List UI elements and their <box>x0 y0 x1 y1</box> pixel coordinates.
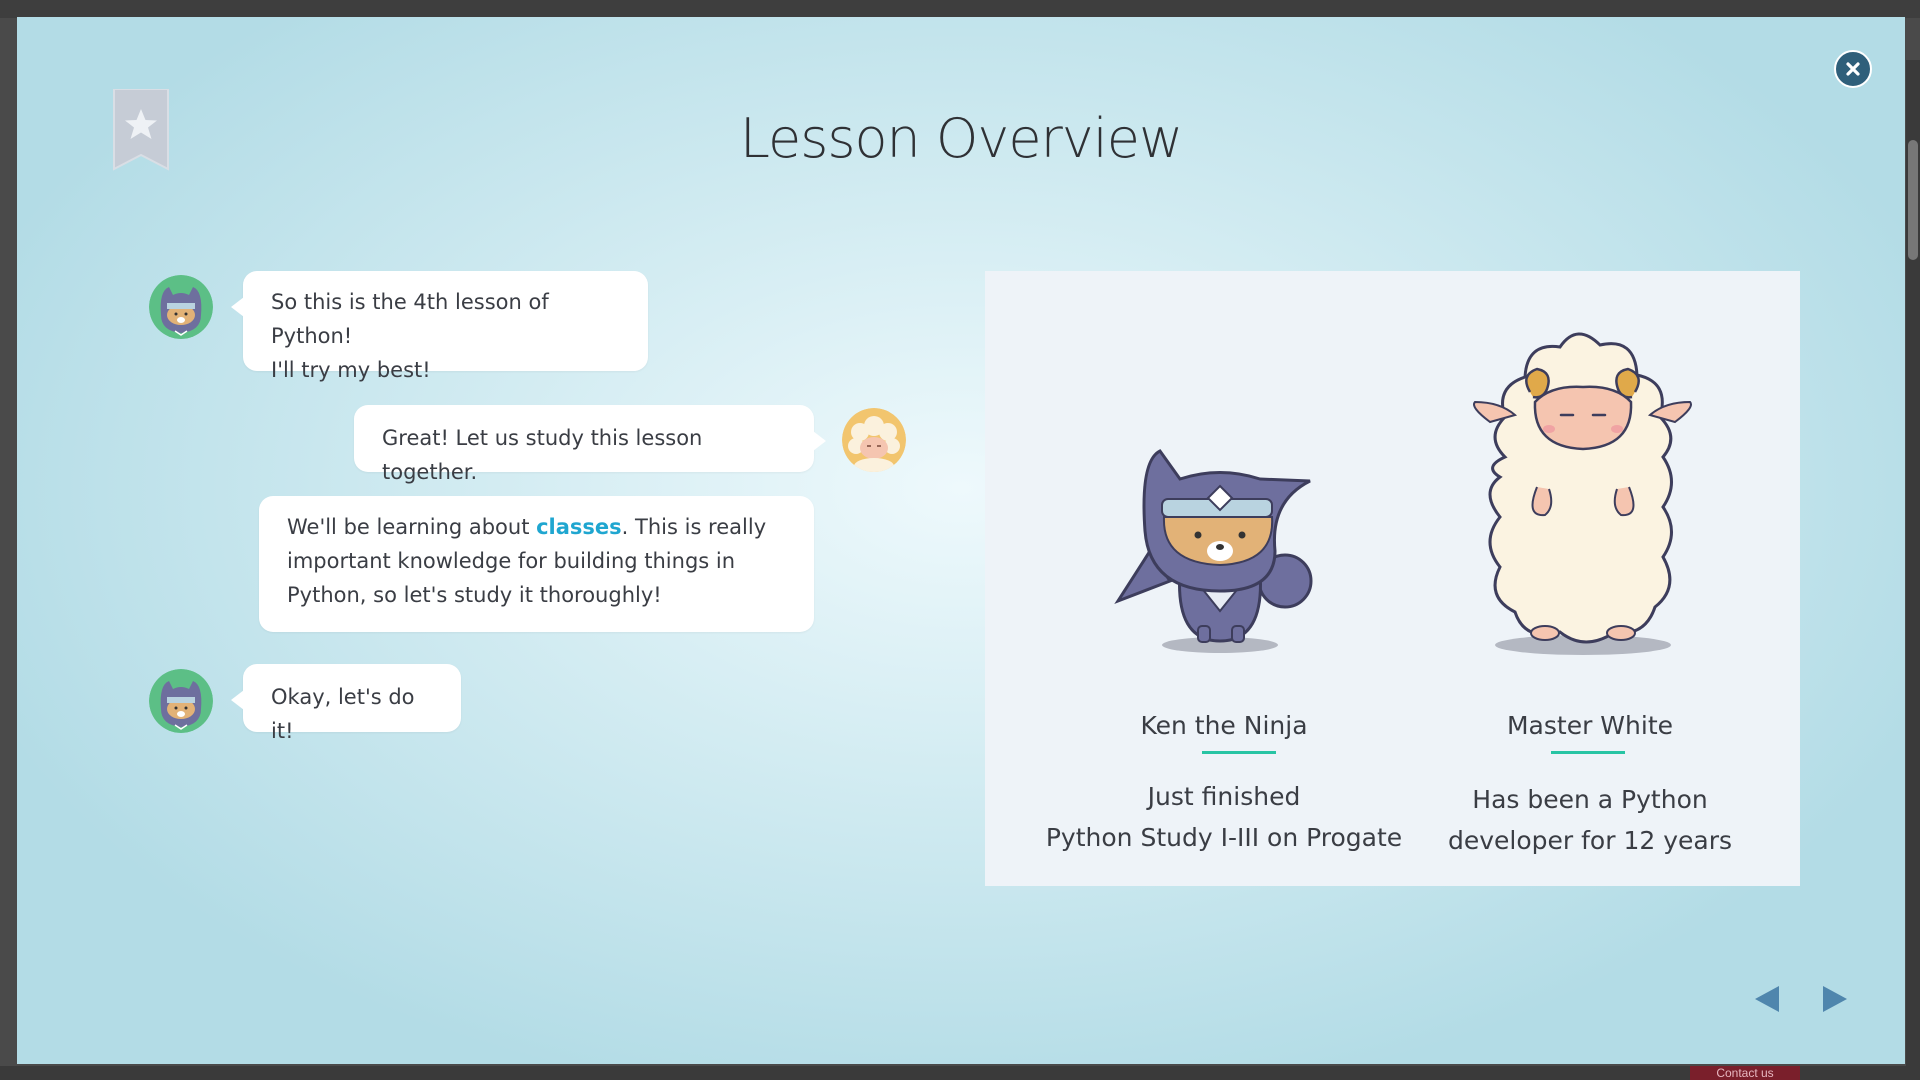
description-line: Just finished <box>1147 782 1301 811</box>
triangle-left-icon <box>1755 986 1779 1012</box>
ken-ninja-icon <box>149 275 213 339</box>
character-name-underline <box>1202 751 1276 754</box>
close-button[interactable] <box>1834 50 1872 88</box>
lesson-overview-modal: Lesson Overview So this is the 4th lesso… <box>17 17 1905 1064</box>
page-title: Lesson Overview <box>739 107 1183 170</box>
master-white-sheep-illustration <box>1473 332 1692 655</box>
chat-bubble-ken-2: Okay, let's do it! <box>231 664 461 743</box>
backdrop-scrollbar[interactable] <box>1906 60 1920 1080</box>
chat-bubble-master-1: Great! Let us study this lesson together… <box>354 405 826 484</box>
ken-ninja-icon <box>149 669 213 733</box>
chat-line: Okay, let's do it! <box>271 685 415 743</box>
prev-page-button[interactable] <box>1751 982 1785 1016</box>
description-line: Has been a Python <box>1472 785 1708 814</box>
contact-us-button[interactable]: Contact us <box>1690 1066 1800 1080</box>
ken-ninja-illustration <box>1114 449 1313 653</box>
master-avatar <box>842 408 906 472</box>
chat-bubble-ken-1: So this is the 4th lesson of Python! I'l… <box>231 271 648 382</box>
character-name-master: Master White <box>1506 711 1673 740</box>
characters-panel: Ken the Ninja Just finished Python Study… <box>985 271 1800 886</box>
chat-line: I'll try my best! <box>271 358 431 382</box>
chat-text-before: We'll be learning about <box>287 515 537 539</box>
character-description-master: Has been a Python developer for 12 years <box>1410 779 1770 861</box>
ken-avatar <box>149 669 213 733</box>
description-line: Python Study I-III on Progate <box>1045 823 1403 852</box>
backdrop-topbar <box>0 0 1920 18</box>
character-name-ken: Ken the Ninja <box>1140 711 1308 740</box>
ken-avatar <box>149 275 213 339</box>
next-page-button[interactable] <box>1817 982 1851 1016</box>
triangle-right-icon <box>1823 986 1847 1012</box>
description-line: developer for 12 years <box>1447 826 1733 855</box>
character-description-ken: Just finished Python Study I-III on Prog… <box>1044 776 1404 858</box>
backdrop-scroll-thumb[interactable] <box>1908 140 1918 260</box>
master-sheep-icon <box>842 408 906 472</box>
chat-line: Great! Let us study this lesson together… <box>382 426 703 484</box>
chat-line: So this is the 4th lesson of Python! <box>271 290 549 348</box>
keyword-classes: classes <box>536 515 622 539</box>
chat-bubble-master-2: We'll be learning about classes. This is… <box>259 496 814 632</box>
backdrop-bottom-bar <box>0 1066 1920 1080</box>
character-name-underline <box>1551 751 1625 754</box>
close-icon <box>1846 62 1860 76</box>
contact-us-label: Contact us <box>1716 1066 1774 1080</box>
